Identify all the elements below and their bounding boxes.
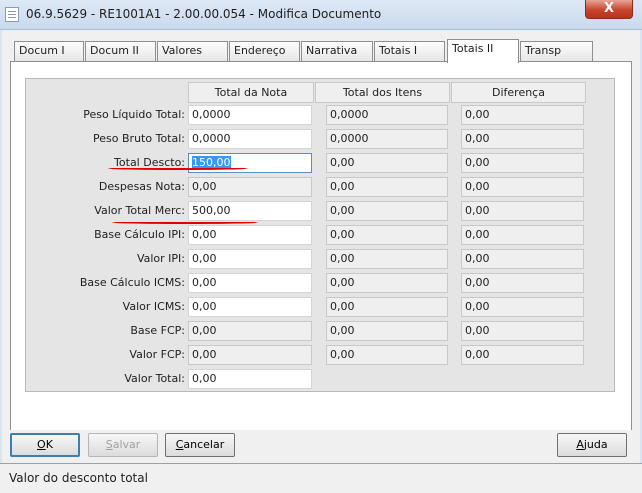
ok-button[interactable]: OK xyxy=(10,433,80,457)
diferenca-field: 0,00 xyxy=(461,321,584,341)
column-header-total-itens: Total dos Itens xyxy=(315,82,450,103)
row-label: Base Cálculo ICMS: xyxy=(79,276,185,289)
total-itens-field: 0,00 xyxy=(326,153,448,173)
total-itens-field: 0,0000 xyxy=(326,105,448,125)
tab-valores[interactable]: Valores xyxy=(157,41,228,61)
title-bar[interactable]: 06.9.5629 - RE1001A1 - 2.00.00.054 - Mod… xyxy=(0,0,642,30)
row-label: Valor IPI: xyxy=(136,252,185,265)
row-label: Peso Líquido Total: xyxy=(83,108,185,121)
diferenca-field: 0,00 xyxy=(461,225,584,245)
tab-docum-ii[interactable]: Docum II xyxy=(85,41,156,61)
total-itens-field: 0,00 xyxy=(326,321,448,341)
diferenca-field: 0,00 xyxy=(461,297,584,317)
tab-totais-i[interactable]: Totais I xyxy=(374,41,445,61)
salvar-button[interactable]: Salvar xyxy=(88,433,158,457)
document-icon xyxy=(5,7,19,22)
total-itens-field: 0,00 xyxy=(326,297,448,317)
cancelar-button[interactable]: Cancelar xyxy=(165,433,235,457)
row-label: Peso Bruto Total: xyxy=(93,132,185,145)
tab-docum-i[interactable]: Docum I xyxy=(14,41,84,61)
diferenca-field: 0,00 xyxy=(461,345,584,365)
total-itens-field: 0,0000 xyxy=(326,129,448,149)
row-label: Valor ICMS: xyxy=(122,300,185,313)
total-itens-field: 0,00 xyxy=(326,273,448,293)
diferenca-field: 0,00 xyxy=(461,153,584,173)
total-itens-field: 0,00 xyxy=(326,249,448,269)
row-label: Despesas Nota: xyxy=(98,180,185,193)
column-header-diferenca: Diferença xyxy=(451,82,586,103)
row-label: Base FCP: xyxy=(130,324,185,337)
total-nota-field[interactable]: 500,00 xyxy=(188,201,312,221)
tab-narrativa[interactable]: Narrativa xyxy=(301,41,373,61)
close-icon: X xyxy=(603,1,615,16)
row-label: Valor FCP: xyxy=(129,348,185,361)
row-label: Valor Total Merc: xyxy=(94,204,185,217)
diferenca-field: 0,00 xyxy=(461,249,584,269)
total-nota-field[interactable]: 0,00 xyxy=(188,345,312,365)
close-button[interactable]: X xyxy=(585,0,633,19)
annotation-underline-descto xyxy=(108,167,248,170)
total-nota-field[interactable]: 0,00 xyxy=(188,297,312,317)
total-nota-field[interactable]: 0,00 xyxy=(188,321,312,341)
total-nota-field[interactable]: 0,0000 xyxy=(188,105,312,125)
total-itens-field: 0,00 xyxy=(326,345,448,365)
total-nota-field[interactable]: 0,00 xyxy=(188,177,312,197)
row-label: Base Cálculo IPI: xyxy=(94,228,185,241)
ajuda-button[interactable]: Ajuda xyxy=(557,433,627,457)
tab-transp[interactable]: Transp xyxy=(520,41,593,61)
total-nota-field[interactable]: 0,00 xyxy=(188,369,312,389)
row-label: Valor Total: xyxy=(124,372,185,385)
total-nota-field[interactable]: 0,00 xyxy=(188,225,312,245)
total-nota-field[interactable]: 0,0000 xyxy=(188,129,312,149)
diferenca-field: 0,00 xyxy=(461,273,584,293)
total-itens-field: 0,00 xyxy=(326,177,448,197)
total-itens-field: 0,00 xyxy=(326,201,448,221)
tab-endereco[interactable]: Endereço xyxy=(229,41,300,61)
annotation-underline-merc xyxy=(112,221,258,224)
window-title: 06.9.5629 - RE1001A1 - 2.00.00.054 - Mod… xyxy=(26,7,382,21)
total-nota-field[interactable]: 0,00 xyxy=(188,249,312,269)
total-nota-field[interactable]: 150,00 xyxy=(188,153,312,173)
diferenca-field: 0,00 xyxy=(461,201,584,221)
tab-totais-ii[interactable]: Totais II xyxy=(447,39,519,63)
diferenca-field: 0,00 xyxy=(461,129,584,149)
status-bar: Valor do desconto total xyxy=(0,463,642,493)
diferenca-field: 0,00 xyxy=(461,177,584,197)
column-header-total-nota: Total da Nota xyxy=(188,82,314,103)
diferenca-field: 0,00 xyxy=(461,105,584,125)
total-itens-field: 0,00 xyxy=(326,225,448,245)
total-nota-field[interactable]: 0,00 xyxy=(188,273,312,293)
